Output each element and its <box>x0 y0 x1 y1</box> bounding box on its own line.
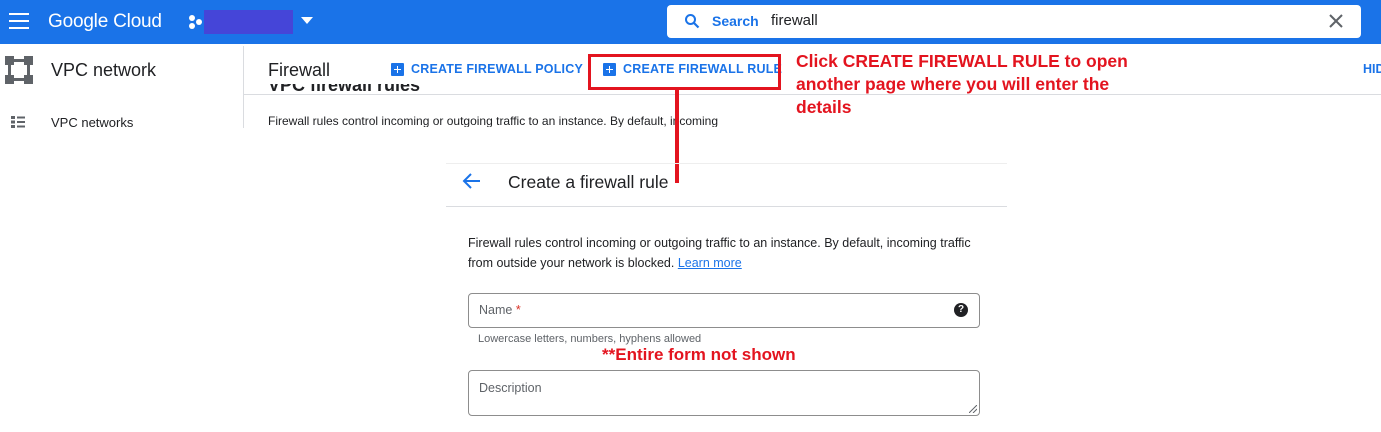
google-cloud-logo[interactable]: Google Cloud <box>48 11 162 33</box>
create-panel-description: Firewall rules control incoming or outgo… <box>468 233 988 273</box>
project-icon[interactable] <box>188 13 204 31</box>
section-heading-partial: VPC firewall rules <box>268 84 468 95</box>
create-firewall-policy-button[interactable]: CREATE FIREWALL POLICY <box>391 62 583 76</box>
name-field-label: Name * <box>479 303 521 317</box>
close-icon[interactable] <box>1326 11 1346 31</box>
sidebar-divider <box>243 46 244 128</box>
search-bar[interactable]: Search firewall <box>667 5 1361 38</box>
product-title: VPC network <box>51 60 157 80</box>
vpc-network-icon <box>5 56 33 84</box>
learn-more-link[interactable]: Learn more <box>678 256 742 270</box>
annotation-callout: Click CREATE FIREWALL RULE to open anoth… <box>796 51 1128 117</box>
create-firewall-policy-label: CREATE FIREWALL POLICY <box>411 62 583 76</box>
required-mark: * <box>515 303 521 317</box>
name-field-hint: Lowercase letters, numbers, hyphens allo… <box>478 333 702 345</box>
search-input[interactable]: firewall <box>771 12 818 29</box>
search-label: Search <box>712 13 759 29</box>
page-title: Firewall <box>268 60 331 80</box>
annotation-form-note: **Entire form not shown <box>602 345 796 364</box>
name-field-label-text: Name <box>479 303 513 317</box>
main-menu-icon[interactable] <box>9 13 29 29</box>
hide-info-panel-button[interactable]: HID <box>1363 62 1381 76</box>
section-heading-text: VPC firewall rules <box>268 84 421 95</box>
resize-handle-icon[interactable] <box>969 405 977 413</box>
sidebar-item-vpc-networks[interactable]: VPC networks <box>51 115 133 130</box>
search-icon <box>685 14 700 29</box>
project-name-redacted[interactable] <box>204 10 293 34</box>
help-icon[interactable]: ? <box>954 303 968 317</box>
back-arrow-icon[interactable] <box>461 172 481 190</box>
add-box-icon <box>391 62 404 76</box>
annotation-highlight-box <box>588 54 781 90</box>
panel-header-divider <box>446 206 1007 207</box>
vpc-networks-icon <box>11 116 25 128</box>
chevron-down-icon[interactable] <box>301 17 313 24</box>
panel-top-divider <box>446 163 1007 164</box>
annotation-connector-line <box>675 87 679 183</box>
description-field-label: Description <box>479 381 542 395</box>
create-panel-title: Create a firewall rule <box>508 172 669 192</box>
name-field[interactable]: Name * ? <box>468 293 980 328</box>
description-field[interactable]: Description <box>468 370 980 416</box>
top-bar: Google Cloud Search firewall <box>0 0 1381 44</box>
page-description: Firewall rules control incoming or outgo… <box>268 114 719 127</box>
